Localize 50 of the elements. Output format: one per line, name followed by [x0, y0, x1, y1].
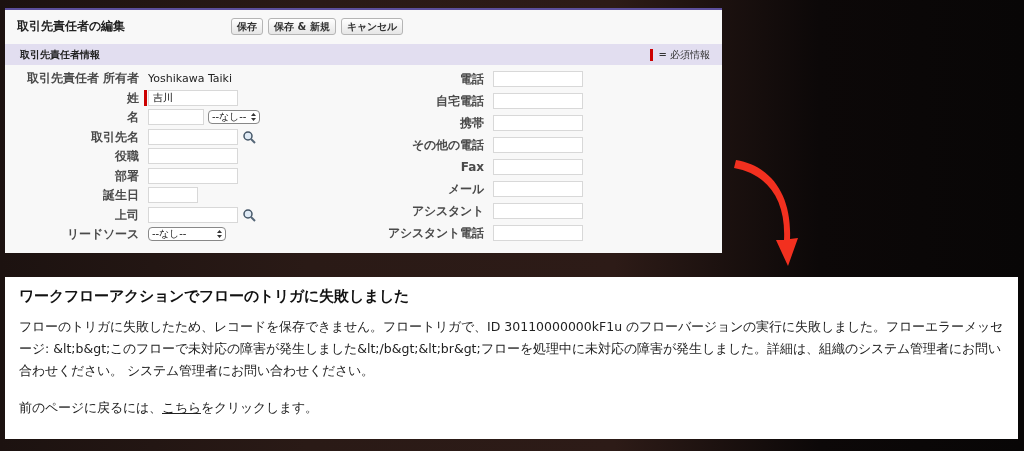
field-label: 役職: [114, 148, 139, 164]
field-label: アシスタント電話: [387, 224, 484, 241]
field-label: アシスタント: [411, 202, 484, 219]
text-field[interactable]: [493, 71, 583, 88]
field-label: 取引先名: [90, 128, 139, 145]
page-title: 取引先責任者の編集: [17, 17, 126, 35]
select-dropdown[interactable]: --なし--: [148, 227, 226, 241]
date-field[interactable]: [148, 187, 198, 203]
field-label: 自宅電話: [435, 93, 484, 110]
text-field[interactable]: [493, 158, 583, 175]
text-field[interactable]: [493, 180, 583, 197]
select-dropdown[interactable]: --なし--: [208, 110, 260, 124]
search-icon[interactable]: [242, 129, 256, 144]
form-button[interactable]: 保存 & 新規: [268, 17, 336, 35]
form-button[interactable]: 保存: [231, 17, 263, 35]
updown-icon: [251, 113, 256, 121]
field-label: リードソース: [66, 226, 139, 242]
field-value: Yoshikawa Taiki: [148, 71, 233, 85]
form-button[interactable]: キャンセル: [340, 17, 403, 35]
text-field[interactable]: [148, 148, 238, 164]
text-field[interactable]: [493, 93, 583, 110]
error-title: ワークフローアクションでフローのトリガに失敗しました: [19, 287, 410, 306]
text-field[interactable]: [148, 206, 238, 223]
section-title: 取引先責任者情報: [20, 47, 100, 62]
search-icon[interactable]: [242, 207, 256, 222]
field-label: 姓: [126, 89, 139, 106]
back-instruction: 前のページに戻るには、こちら をクリックします。: [19, 400, 319, 417]
text-field[interactable]: [148, 128, 238, 145]
field-label: 名: [126, 109, 139, 125]
required-legend: = 必須情報: [658, 47, 710, 62]
field-label: Fax: [459, 158, 484, 175]
text-field[interactable]: 吉川: [148, 89, 238, 106]
text-field[interactable]: [493, 224, 583, 241]
text-field[interactable]: [493, 115, 583, 132]
text-field[interactable]: [148, 109, 204, 125]
field-label: メール: [447, 180, 484, 197]
field-label: 上司: [114, 206, 139, 223]
field-label: 取引先責任者 所有者: [25, 70, 139, 86]
text-field[interactable]: [148, 167, 238, 184]
required-marker: [650, 48, 654, 61]
field-label: 携帯: [459, 115, 484, 132]
field-label: 電話: [459, 71, 484, 88]
text-field[interactable]: [493, 137, 583, 154]
field-label: その他の電話: [411, 137, 484, 154]
here-link[interactable]: こちら: [162, 400, 201, 415]
error-message: フローのトリガに失敗したため、レコードを保存できません。フロートリガで、ID 30110000000kF1u のフローバージョンの実行に失敗しました。フローエラーメッセージ: &lt;b&gt;このフローで未対応の障害が発生しました&lt;/b&gt;&lt;br&gt;フローを処理中に未対応の障害が発生しました。詳細は、組織のシステム管理者にお問い合わせください。 システム管理者にお問い合わせください。: [19, 318, 1004, 380]
field-label: 誕生日: [102, 187, 139, 203]
text-field[interactable]: [493, 202, 583, 219]
updown-icon: [217, 230, 222, 238]
field-label: 部署: [114, 167, 139, 184]
